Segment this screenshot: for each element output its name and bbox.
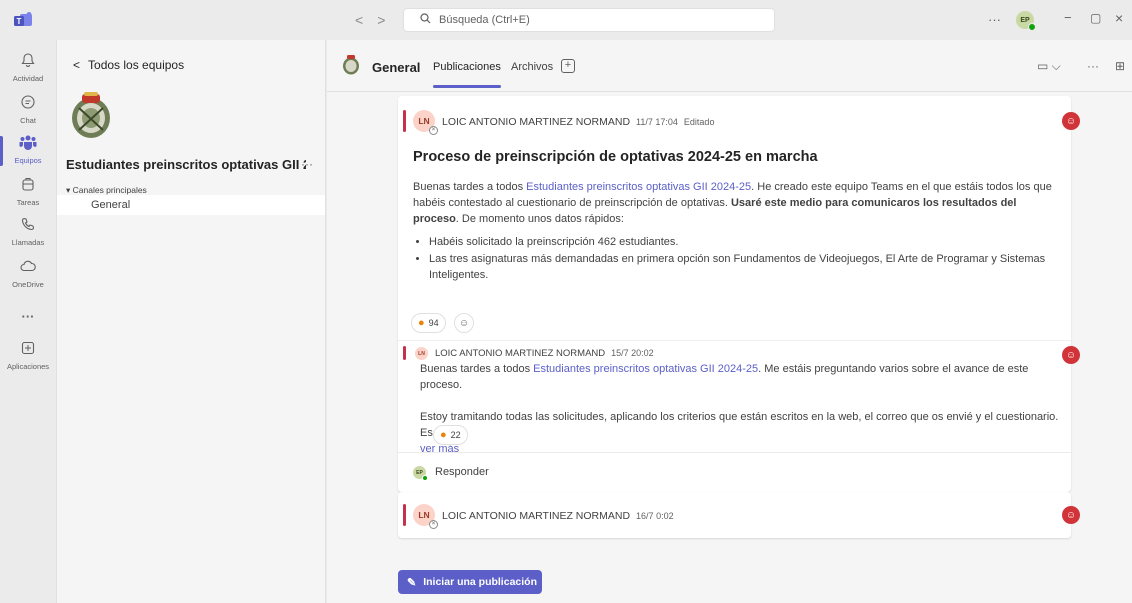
channel-title: General xyxy=(372,60,421,75)
chevron-left-icon: < xyxy=(73,58,81,72)
bell-icon xyxy=(0,52,56,73)
available-status-icon xyxy=(1028,23,1036,31)
start-post-button[interactable]: ✎ Iniciar una publicación xyxy=(398,570,542,594)
current-user-avatar: EP xyxy=(413,466,428,481)
add-tab-button[interactable]: + xyxy=(561,59,575,73)
fire-icon: ● xyxy=(440,429,447,441)
post-body: Buenas tardes a todos Estudiantes preins… xyxy=(413,179,1053,284)
apps-icon xyxy=(0,340,56,361)
tab-publicaciones[interactable]: Publicaciones xyxy=(433,61,501,88)
edited-label: Editado xyxy=(683,117,715,127)
search-input[interactable]: Búsqueda (Ctrl+E) xyxy=(403,8,775,32)
reply-fire-reaction[interactable]: ● 22 xyxy=(433,425,468,445)
author-name[interactable]: LOIC ANTONIO MARTINEZ NORMAND xyxy=(442,510,630,522)
post-importance-marker xyxy=(403,504,406,526)
rail-item-apps[interactable]: Aplicaciones xyxy=(0,340,56,371)
teams-icon xyxy=(0,134,56,155)
fire-icon: ● xyxy=(418,317,425,329)
posts-feed: LN × LOIC ANTONIO MARTINEZ NORMAND 11/7 1… xyxy=(327,92,1132,603)
minimize-button[interactable]: − xyxy=(1064,10,1072,25)
reply-importance-marker xyxy=(403,346,406,360)
app-rail: Actividad Chat Equipos Tareas Llamadas O… xyxy=(0,40,56,603)
available-status-icon xyxy=(422,475,428,481)
rail-item-calls[interactable]: Llamadas xyxy=(0,216,56,247)
reply-body-continued: Estoy tramitando todas las solicitudes, … xyxy=(420,411,1059,439)
reaction-party-icon[interactable]: ☺ xyxy=(1062,112,1080,130)
chat-icon xyxy=(0,94,56,115)
assignments-icon xyxy=(0,176,56,197)
post-title: Proceso de preinscripción de optativas 2… xyxy=(413,149,818,165)
post-header: LOIC ANTONIO MARTINEZ NORMAND 16/7 0:02 xyxy=(442,510,674,522)
forward-arrow-icon[interactable]: > xyxy=(377,12,399,28)
team-crest-logo xyxy=(72,92,110,138)
offline-status-icon: × xyxy=(429,520,438,529)
all-teams-back-link[interactable]: < Todos los equipos xyxy=(73,58,184,72)
list-item: Las tres asignaturas más demandadas en p… xyxy=(429,251,1053,283)
side-panel-icon[interactable]: ⊞ xyxy=(1115,59,1125,73)
reply-timestamp: 15/7 20:02 xyxy=(611,348,654,358)
settings-more-button[interactable]: ··· xyxy=(988,12,1001,27)
reply-reaction-party-icon[interactable]: ☺ xyxy=(1062,346,1080,364)
cloud-icon xyxy=(0,258,56,279)
reply-button[interactable]: Responder xyxy=(435,466,489,478)
user-avatar[interactable]: EP xyxy=(1016,11,1036,31)
reply-author-avatar[interactable]: LN xyxy=(415,347,428,360)
meet-button[interactable]: ▭ ⌵ xyxy=(1037,59,1061,74)
author-avatar[interactable]: LN × xyxy=(413,110,438,135)
back-arrow-icon[interactable]: < xyxy=(355,12,377,28)
search-icon xyxy=(420,13,431,27)
offline-status-icon: × xyxy=(429,126,438,135)
team-mention-link[interactable]: Estudiantes preinscritos optativas GII 2… xyxy=(526,181,751,193)
reply-item: LN LOIC ANTONIO MARTINEZ NORMAND 15/7 20:… xyxy=(398,340,1080,455)
reply-author-name[interactable]: LOIC ANTONIO MARTINEZ NORMAND xyxy=(435,348,605,359)
teams-logo-icon: T xyxy=(14,12,32,26)
team-panel: < Todos los equipos Estudiantes preinscri… xyxy=(56,40,326,603)
post-header: LOIC ANTONIO MARTINEZ NORMAND 11/7 17:04 E… xyxy=(442,116,714,128)
author-avatar[interactable]: LN × xyxy=(413,504,438,529)
reply-header: LOIC ANTONIO MARTINEZ NORMAND 15/7 20:02 xyxy=(435,348,654,359)
svg-text:T: T xyxy=(17,17,22,26)
list-item: Habéis solicitado la preinscripción 462 … xyxy=(429,234,1053,250)
reply-composer[interactable]: EP Responder xyxy=(398,452,1071,492)
phone-icon xyxy=(0,216,56,237)
post-card: LN × LOIC ANTONIO MARTINEZ NORMAND 16/7 0… xyxy=(398,492,1080,538)
reply-body: Buenas tardes a todos Estudiantes preins… xyxy=(420,363,1059,455)
title-bar: T <> Búsqueda (Ctrl+E) ··· EP − ▢ × xyxy=(0,0,1132,40)
history-nav[interactable]: <> xyxy=(355,12,399,28)
post-timestamp: 16/7 0:02 xyxy=(636,511,674,521)
maximize-button[interactable]: ▢ xyxy=(1090,11,1101,25)
channel-more-button[interactable]: ··· xyxy=(1087,59,1099,73)
compose-icon: ✎ xyxy=(407,576,417,589)
channel-crest-icon xyxy=(343,55,359,75)
search-placeholder: Búsqueda (Ctrl+E) xyxy=(439,14,530,26)
reaction-party-icon[interactable]: ☺ xyxy=(1062,506,1080,524)
author-name[interactable]: LOIC ANTONIO MARTINEZ NORMAND xyxy=(442,116,630,128)
post-timestamp: 11/7 17:04 xyxy=(636,117,678,127)
rail-item-assignments[interactable]: Tareas xyxy=(0,176,56,207)
team-name: Estudiantes preinscritos optativas GII 2… xyxy=(66,157,306,172)
post-importance-marker xyxy=(403,110,406,132)
rail-item-onedrive[interactable]: OneDrive xyxy=(0,258,56,289)
team-options-button[interactable]: ··· xyxy=(301,157,313,171)
fire-reaction[interactable]: ● 94 xyxy=(411,313,446,333)
post-bullet-list: Habéis solicitado la preinscripción 462 … xyxy=(413,234,1053,283)
add-reaction-button[interactable]: ☺ xyxy=(454,313,474,333)
add-reaction-icon: ☺ xyxy=(458,317,470,329)
channel-item-general[interactable]: General xyxy=(57,195,325,215)
rail-item-activity[interactable]: Actividad xyxy=(0,52,56,83)
rail-item-more[interactable]: ··· xyxy=(0,308,56,324)
tab-archivos[interactable]: Archivos xyxy=(511,61,553,73)
video-camera-icon: ▭ ⌵ xyxy=(1037,59,1061,73)
post-card: LN × LOIC ANTONIO MARTINEZ NORMAND 11/7 1… xyxy=(398,96,1080,492)
channel-header: General Publicaciones Archivos + ▭ ⌵ ···… xyxy=(327,40,1132,92)
rail-item-teams[interactable]: Equipos xyxy=(0,134,56,166)
reply-team-mention-link[interactable]: Estudiantes preinscritos optativas GII 2… xyxy=(533,363,758,375)
rail-item-chat[interactable]: Chat xyxy=(0,94,56,125)
close-button[interactable]: × xyxy=(1115,10,1123,26)
